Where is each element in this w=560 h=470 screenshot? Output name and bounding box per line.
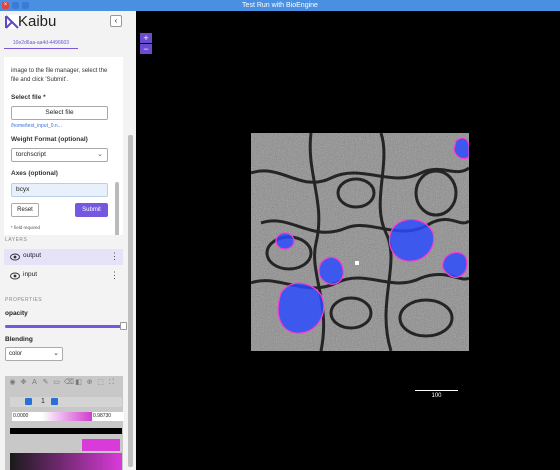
select-file-button[interactable]: Select file bbox=[11, 106, 108, 120]
camera-icon[interactable]: ◉ bbox=[9, 379, 16, 386]
selected-file-path[interactable]: /home/test_input_0.n... bbox=[11, 123, 62, 129]
move-icon[interactable]: ✥ bbox=[20, 379, 27, 386]
colormap-gradient bbox=[10, 453, 122, 470]
colormap-strip bbox=[10, 428, 122, 434]
eye-icon[interactable] bbox=[10, 272, 20, 280]
range-max-input[interactable]: 0.98730 bbox=[92, 412, 124, 421]
layer-name: input bbox=[23, 271, 38, 278]
select-file-label: Select file * bbox=[11, 94, 46, 101]
required-note: * field required bbox=[11, 225, 41, 230]
layer-item-output[interactable]: output ⋮ bbox=[4, 249, 123, 265]
kaibu-logo-icon bbox=[5, 15, 19, 29]
opacity-label: opacity bbox=[5, 310, 28, 317]
sidebar-scrollbar[interactable] bbox=[128, 135, 133, 467]
more-vertical-icon[interactable]: ⋮ bbox=[110, 270, 119, 280]
image-viewer[interactable]: + − 100 bbox=[136, 11, 560, 470]
chevron-down-icon: ⌄ bbox=[53, 350, 59, 357]
scale-bar-label: 100 bbox=[431, 393, 442, 399]
pencil-icon[interactable]: ✎ bbox=[42, 379, 49, 386]
more-vertical-icon[interactable]: ⋮ bbox=[110, 251, 119, 261]
properties-header: PROPERTIES bbox=[5, 297, 43, 303]
zoom-out-button[interactable]: − bbox=[140, 44, 152, 54]
microscopy-image[interactable] bbox=[251, 133, 469, 351]
scale-bar bbox=[415, 390, 458, 391]
target-icon[interactable]: ⊕ bbox=[86, 379, 93, 386]
blending-value: color bbox=[9, 351, 23, 357]
channel-tools-panel: ◉ ✥ A ✎ ▭ ⌫ ◧ ⊕ ⬚ ⛶ 1 0.0000 0.98730 bbox=[5, 376, 124, 470]
sidebar: Kaibu ‹ 10e2d6aa-aa4d-4496603 image to t… bbox=[0, 11, 136, 470]
chevron-down-icon: ⌄ bbox=[97, 151, 103, 158]
app-header: Kaibu ‹ bbox=[0, 11, 136, 35]
axes-input[interactable]: bcyx bbox=[11, 183, 108, 197]
tab-session[interactable]: 10e2d6aa-aa4d-4496603 bbox=[4, 38, 78, 49]
weight-format-select[interactable]: torchscript ⌄ bbox=[11, 148, 108, 162]
blending-label: Blending bbox=[5, 336, 33, 343]
weight-format-value: torchscript bbox=[16, 151, 46, 158]
app-name: Kaibu bbox=[18, 13, 57, 30]
range-min-input[interactable]: 0.0000 bbox=[12, 412, 42, 421]
ruler-icon[interactable]: ▭ bbox=[53, 379, 60, 386]
channel-active-checkbox[interactable] bbox=[51, 398, 58, 405]
channel-number: 1 bbox=[41, 398, 45, 405]
color-icon[interactable]: ◧ bbox=[75, 379, 82, 386]
select-icon[interactable]: ⬚ bbox=[97, 379, 104, 386]
layer-item-input[interactable]: input ⋮ bbox=[4, 268, 123, 284]
blending-select[interactable]: color ⌄ bbox=[5, 347, 63, 361]
zoom-in-button[interactable]: + bbox=[140, 33, 152, 43]
range-gradient[interactable] bbox=[42, 412, 92, 421]
window-titlebar: × Test Run with BioEngine bbox=[0, 0, 560, 11]
channel-row: 1 bbox=[10, 397, 122, 407]
eye-icon[interactable] bbox=[10, 253, 20, 261]
opacity-slider-track[interactable] bbox=[5, 325, 123, 328]
eraser-icon[interactable]: ⌫ bbox=[64, 379, 74, 386]
contrast-range: 0.0000 0.98730 bbox=[10, 412, 124, 421]
fullscreen-icon[interactable]: ⛶ bbox=[108, 379, 115, 386]
layer-name: output bbox=[23, 252, 42, 259]
collapse-sidebar-button[interactable]: ‹ bbox=[110, 15, 122, 27]
run-form-panel: image to the file manager, select the fi… bbox=[4, 57, 123, 235]
layers-header: LAYERS bbox=[5, 237, 28, 243]
opacity-slider-handle[interactable] bbox=[120, 322, 127, 330]
reset-button[interactable]: Reset bbox=[11, 203, 39, 217]
axes-label: Axes (optional) bbox=[11, 170, 58, 177]
window-title: Test Run with BioEngine bbox=[242, 2, 318, 9]
submit-button[interactable]: Submit bbox=[75, 203, 108, 217]
panel-scrollbar[interactable] bbox=[115, 182, 119, 235]
form-instructions: image to the file manager, select the fi… bbox=[11, 68, 108, 83]
weight-format-label: Weight Format (optional) bbox=[11, 136, 88, 143]
color-swatch[interactable] bbox=[82, 439, 120, 451]
text-icon[interactable]: A bbox=[31, 379, 38, 386]
channel-visible-checkbox[interactable] bbox=[25, 398, 32, 405]
